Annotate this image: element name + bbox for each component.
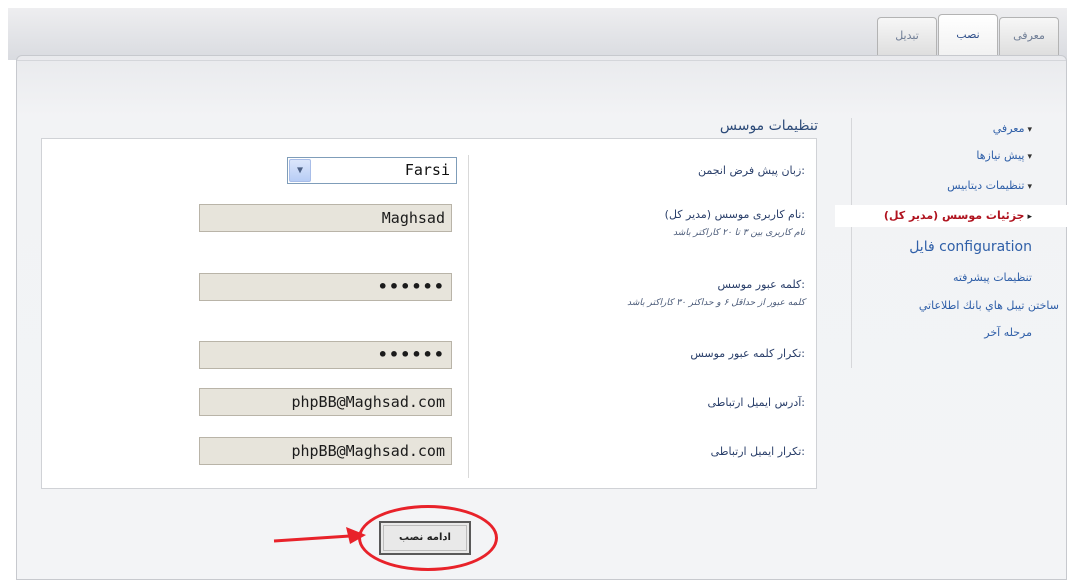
password-hint: کلمه عبور از حداقل ۶ و حداکثر ۳۰ کاراکتر… bbox=[627, 298, 805, 308]
chevron-right-icon: ▸ bbox=[1027, 212, 1032, 222]
continue-install-button[interactable]: ادامه نصب bbox=[379, 521, 471, 555]
email-confirm-label: تکرار ایمیل ارتباطی: bbox=[710, 445, 805, 458]
password-confirm-field[interactable]: •••••• bbox=[199, 341, 452, 369]
menu-item-final-step[interactable]: مرحله آخر bbox=[835, 322, 1067, 344]
tab-intro[interactable]: معرفی bbox=[999, 17, 1059, 55]
menu-item-label: پیش نیازها bbox=[976, 149, 1025, 162]
menu-item-label: ساختن تیبل هاي بانك اطلاعاتي bbox=[918, 299, 1059, 312]
menu-item-advanced-settings[interactable]: تنظیمات پیشرفته bbox=[835, 267, 1067, 289]
menu-item-label: تنظیمات دیتابیس bbox=[947, 179, 1025, 192]
username-label: نام کاربری موسس (مدیر کل): bbox=[664, 208, 805, 221]
language-select[interactable]: Farsi ▼ bbox=[287, 157, 457, 184]
red-arrow-icon bbox=[273, 527, 366, 544]
menu-item-label: معرفي bbox=[992, 122, 1025, 135]
username-field[interactable]: Maghsad bbox=[199, 204, 452, 232]
menu-item-requirements[interactable]: پیش نیازها ▾ bbox=[835, 145, 1067, 167]
password-field[interactable]: •••••• bbox=[199, 273, 452, 301]
menu-item-admin-details[interactable]: جزئیات موسس (مدیر کل) ▸ bbox=[835, 205, 1067, 227]
menu-item-create-tables[interactable]: ساختن تیبل هاي بانك اطلاعاتي bbox=[835, 295, 1067, 317]
menu-item-intro[interactable]: معرفي ▾ bbox=[835, 118, 1067, 140]
menu-item-label: جزئیات موسس (مدیر کل) bbox=[883, 209, 1025, 222]
tab-install[interactable]: نصب bbox=[938, 14, 998, 56]
email-confirm-field[interactable]: phpBB@Maghsad.com bbox=[199, 437, 452, 465]
language-label: زبان پیش فرض انجمن: bbox=[698, 164, 805, 177]
email-label: آدرس ایمیل ارتباطی: bbox=[707, 396, 805, 409]
chevron-down-icon: ▾ bbox=[1027, 152, 1032, 162]
password-confirm-label: تکرار کلمه عبور موسس: bbox=[690, 347, 805, 360]
section-title: تنظیمات موسس bbox=[719, 118, 818, 134]
form-column-divider bbox=[468, 155, 469, 478]
chevron-down-icon: ▾ bbox=[1027, 182, 1032, 192]
menu-item-label: تنظیمات پیشرفته bbox=[952, 271, 1032, 284]
email-field[interactable]: phpBB@Maghsad.com bbox=[199, 388, 452, 416]
chevron-down-icon: ▾ bbox=[1027, 125, 1032, 135]
chevron-down-icon[interactable]: ▼ bbox=[289, 159, 311, 182]
username-hint: نام کاربری بین ۳ تا ۲۰ کاراکتر باشد bbox=[673, 228, 805, 238]
language-value: Farsi bbox=[404, 161, 450, 179]
password-label: کلمه عبور موسس: bbox=[717, 278, 805, 291]
menu-item-label: فایل configuration bbox=[909, 239, 1032, 255]
panel-divider bbox=[17, 60, 1066, 61]
menu-item-config-file[interactable]: فایل configuration bbox=[835, 236, 1067, 258]
menu-item-label: مرحله آخر bbox=[984, 326, 1032, 339]
menu-item-database-settings[interactable]: تنظیمات دیتابیس ▾ bbox=[835, 175, 1067, 197]
tab-convert[interactable]: تبدیل bbox=[877, 17, 937, 55]
